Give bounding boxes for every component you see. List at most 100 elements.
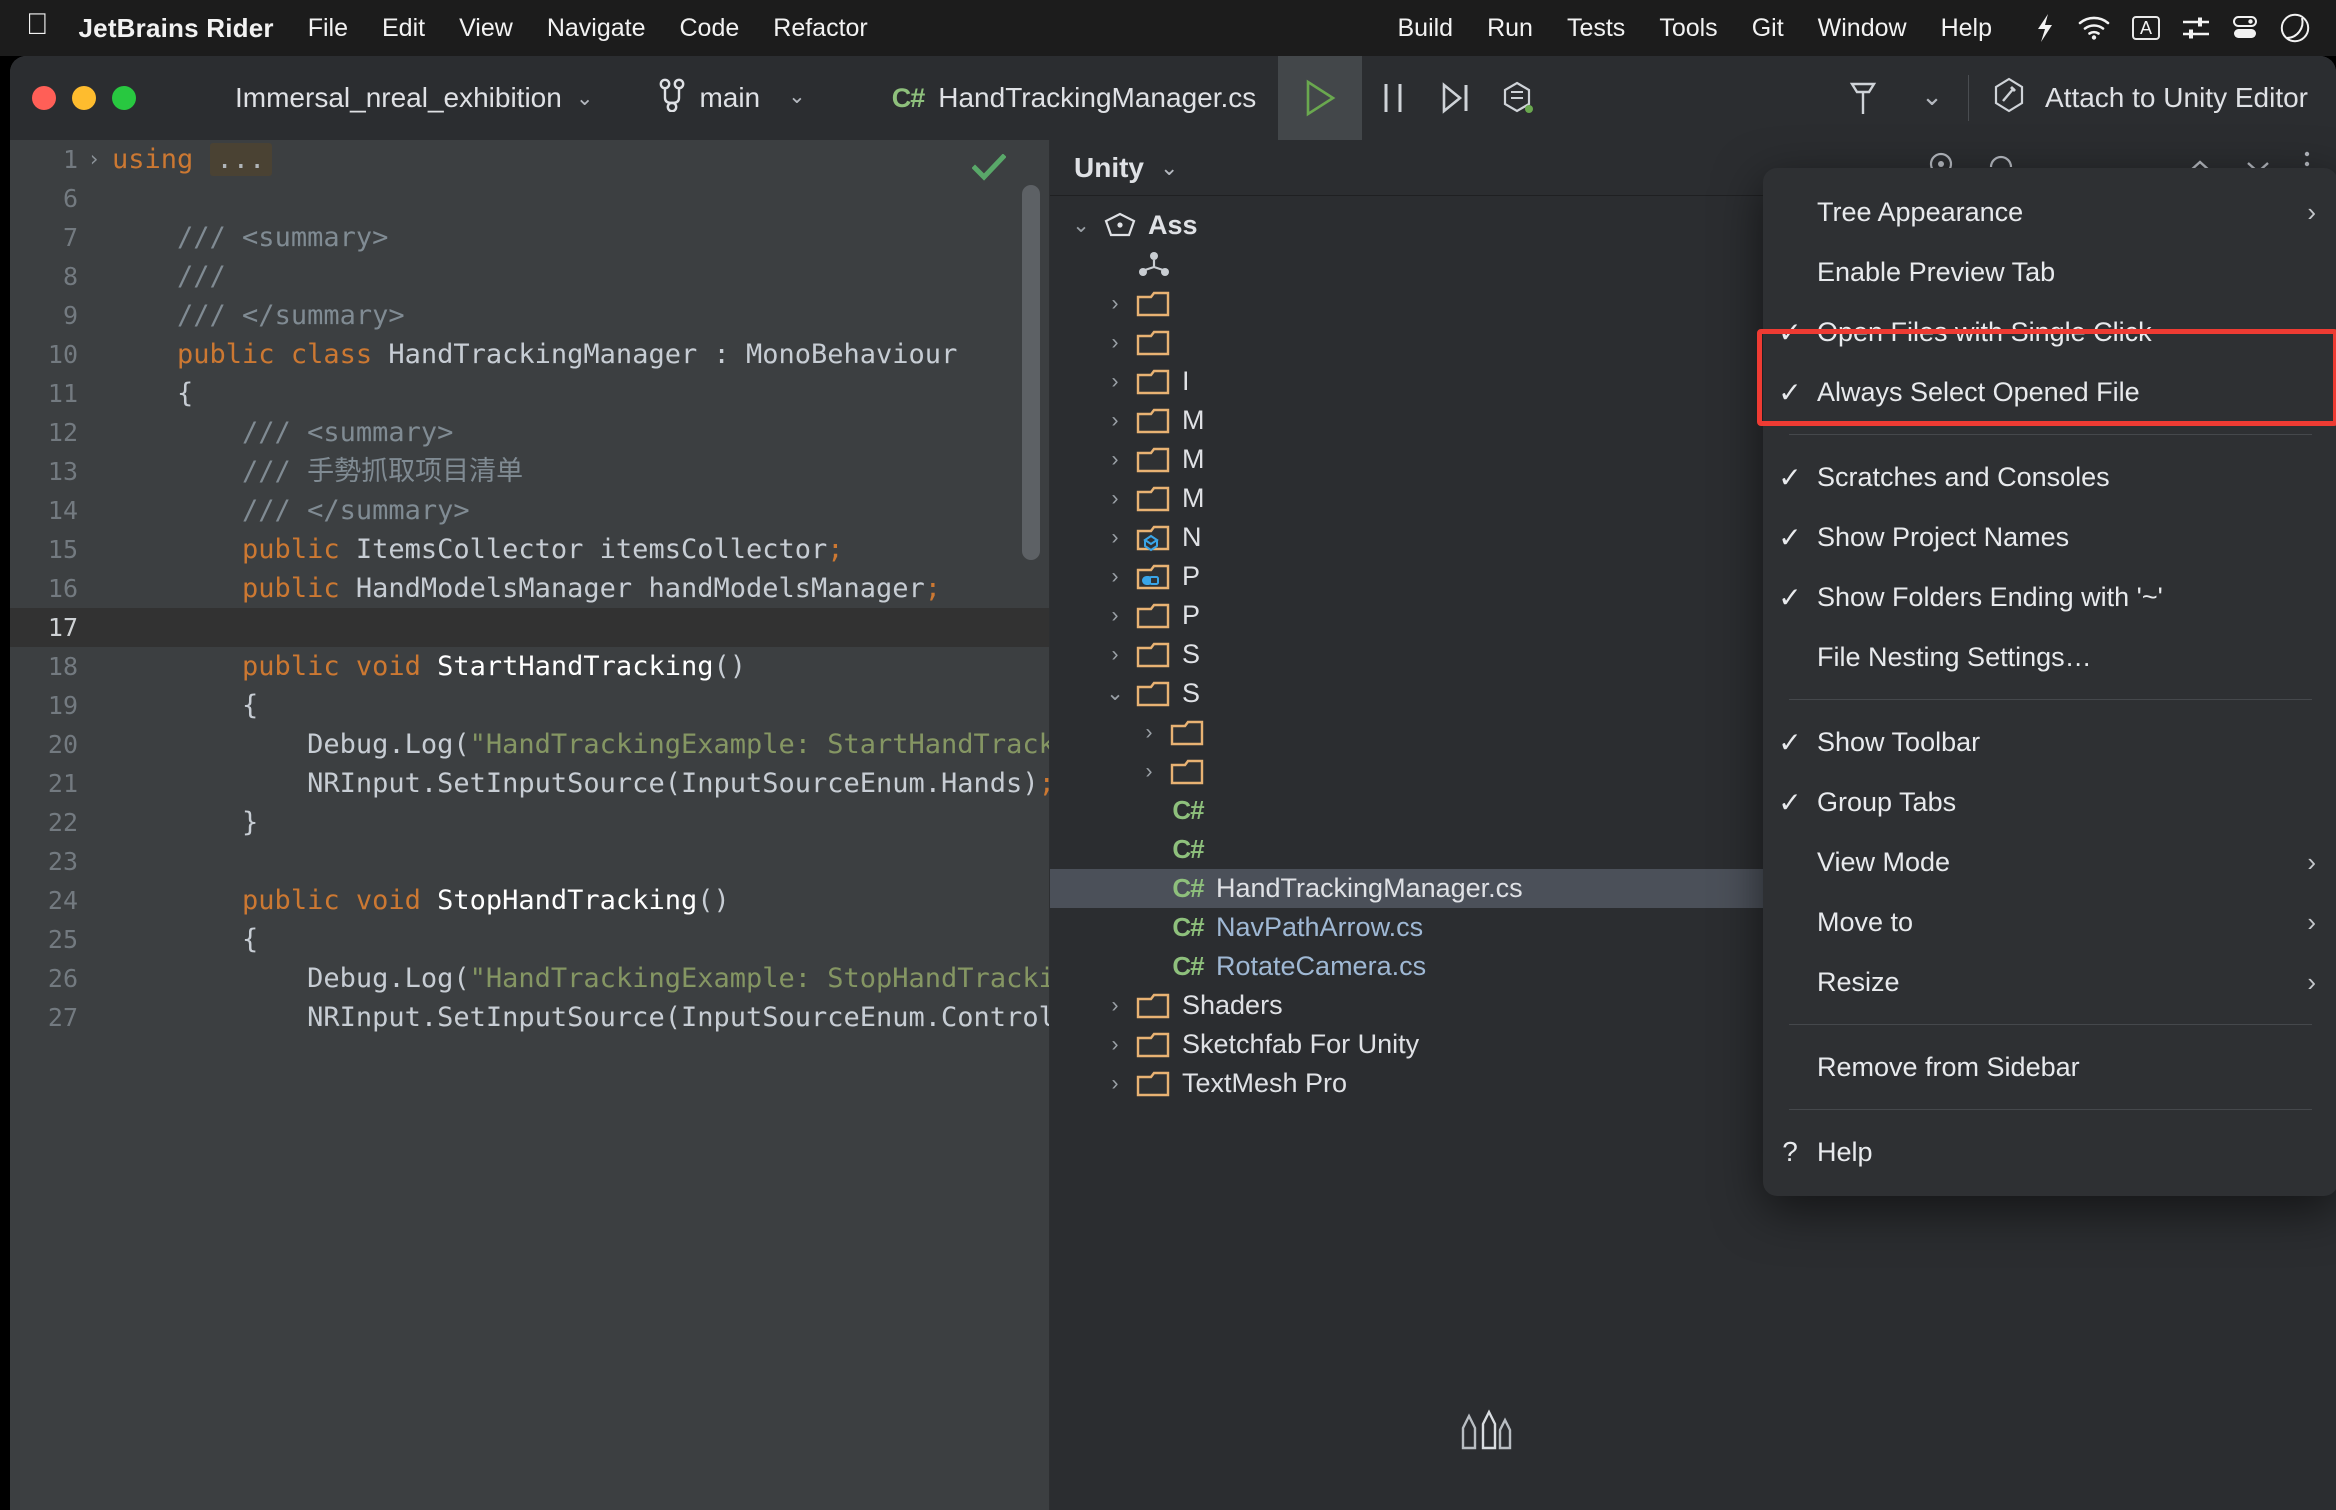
check-ok-icon[interactable] [971,153,1007,187]
chevron-right-icon[interactable]: › [1098,604,1132,628]
branch-selector[interactable]: main ⌄ [659,78,806,119]
menu-item[interactable]: ✓ Show Toolbar [1763,712,2336,772]
menubar-item-tools[interactable]: Tools [1659,14,1717,43]
menubar-item-edit[interactable]: Edit [382,14,425,43]
code-line[interactable]: 13 /// 手勢抓取项目清单 [10,452,1050,491]
sidebar-context-menu[interactable]: Tree Appearance › Enable Preview Tab ✓ Open … [1763,168,2336,1196]
pause-button[interactable] [1362,56,1424,140]
menu-item[interactable]: ✓ Always Select Opened File [1763,362,2336,422]
menubar-item-git[interactable]: Git [1752,14,1784,43]
menu-item[interactable]: Remove from Sidebar [1763,1037,2336,1097]
code-line[interactable]: 11 { [10,374,1050,413]
chevron-right-icon[interactable]: › [1098,565,1132,589]
menubar-item-help[interactable]: Help [1941,14,1992,43]
menubar-item-run[interactable]: Run [1487,14,1533,43]
chevron-right-icon[interactable]: › [1132,721,1166,745]
chevron-right-icon[interactable]: › [1098,643,1132,667]
menubar-item-code[interactable]: Code [680,14,740,43]
run-with-coverage-button[interactable] [1486,56,1548,140]
minimize-button[interactable] [72,86,96,110]
run-button[interactable] [1278,56,1363,140]
menu-item[interactable]: Resize › [1763,952,2336,1012]
chevron-right-icon[interactable]: › [1132,760,1166,784]
chevron-down-icon[interactable]: ⌄ [1064,213,1098,238]
chevron-down-icon[interactable]: ⌄ [1160,155,1178,181]
chevron-right-icon[interactable]: › [1098,1033,1132,1057]
code-line[interactable]: 8 /// [10,257,1050,296]
input-source-A-icon[interactable]: A [2131,15,2160,41]
code-line[interactable]: 26 Debug.Log("HandTrackingExample: StopH… [10,959,1050,998]
code-line[interactable]: 22 } [10,803,1050,842]
code-line[interactable]: 17 [10,608,1050,647]
siri-icon[interactable] [2280,13,2310,43]
chevron-down-icon[interactable]: ⌄ [1098,681,1132,706]
editor-scrollbar[interactable] [1022,185,1040,560]
code-line[interactable]: 24 public void StopHandTracking() [10,881,1050,920]
menu-item[interactable]: File Nesting Settings… [1763,627,2336,687]
chevron-right-icon[interactable]: › [1098,994,1132,1018]
code-line[interactable]: 15 public ItemsCollector itemsCollector; [10,530,1050,569]
code-line[interactable]: 20 Debug.Log("HandTrackingExample: Start… [10,725,1050,764]
code-line[interactable]: 7 /// <summary> [10,218,1050,257]
menu-item[interactable]: ✓ Open Files with Single Click [1763,302,2336,362]
code-line[interactable]: 6 [10,179,1050,218]
menu-item[interactable]: ✓ Group Tabs [1763,772,2336,832]
menubar-item-file[interactable]: File [308,14,348,43]
toggles-icon[interactable] [2232,15,2258,41]
menubar-item-build[interactable]: Build [1397,14,1453,43]
menubar-item-tests[interactable]: Tests [1567,14,1625,43]
code-line[interactable]: 27 NRInput.SetInputSource(InputSourceEnu… [10,998,1050,1037]
chevron-right-icon[interactable]: › [1098,487,1132,511]
chevron-right-icon[interactable]: › [1098,331,1132,355]
editor-code-lines[interactable]: 1 › using ... 6 7 /// <summary> 8 ///9 /// </… [10,140,1050,1510]
menubar-app-name[interactable]: JetBrains Rider [79,13,274,44]
battery-icon[interactable] [2032,13,2056,43]
menubar-item-refactor[interactable]: Refactor [773,14,867,43]
menu-item-label: Group Tabs [1817,786,1957,817]
code-editor[interactable]: 1 › using ... 6 7 /// <summary> 8 ///9 /// </… [10,140,1050,1510]
code-line[interactable]: 21 NRInput.SetInputSource(InputSourceEnu… [10,764,1050,803]
code-line[interactable]: 18 public void StartHandTracking() [10,647,1050,686]
code-line[interactable]: 19 { [10,686,1050,725]
control-center-icon[interactable] [2182,15,2210,41]
close-button[interactable] [32,86,56,110]
code-line[interactable]: 16 public HandModelsManager handModelsMa… [10,569,1050,608]
folded-region[interactable]: ... [209,143,273,176]
menu-item[interactable]: ✓ Scratches and Consoles [1763,447,2336,507]
code-line[interactable]: 23 [10,842,1050,881]
code-line[interactable]: 1 › using ... [10,140,1050,179]
chevron-right-icon[interactable]: › [1098,448,1132,472]
maximize-button[interactable] [112,86,136,110]
project-selector[interactable]: Immersal_nreal_exhibition ⌄ [235,82,593,114]
wifi-icon[interactable] [2078,16,2110,40]
chevron-right-icon[interactable]: › [1098,370,1132,394]
menubar-item-view[interactable]: View [459,14,513,43]
step-over-button[interactable] [1424,56,1486,140]
menubar-item-window[interactable]: Window [1818,14,1907,43]
chevron-right-icon[interactable]: › [1098,1072,1132,1096]
code-line[interactable]: 9 /// </summary> [10,296,1050,335]
menu-item[interactable]: Move to › [1763,892,2336,952]
menu-item[interactable]: Enable Preview Tab [1763,242,2336,302]
fold-marker[interactable]: › [82,140,106,179]
help-icon: ? [1782,1136,1798,1167]
chevron-right-icon[interactable]: › [1098,526,1132,550]
tool-window-title[interactable]: Unity [1074,152,1144,184]
code-line[interactable]: 14 /// </summary> [10,491,1050,530]
build-options-button[interactable]: ⌄ [1894,56,1956,140]
apple-logo-icon[interactable]:  [26,10,49,40]
menu-item[interactable]: Tree Appearance › [1763,182,2336,242]
code-line[interactable]: 25 { [10,920,1050,959]
chevron-right-icon[interactable]: › [1098,292,1132,316]
code-line[interactable]: 10 public class HandTrackingManager : Mo… [10,335,1050,374]
menu-item[interactable]: ✓ Show Project Names [1763,507,2336,567]
menubar-item-navigate[interactable]: Navigate [547,14,646,43]
menu-item[interactable]: ✓ Show Folders Ending with '~' [1763,567,2336,627]
menu-item[interactable]: View Mode › [1763,832,2336,892]
code-line[interactable]: 12 /// <summary> [10,413,1050,452]
chevron-right-icon[interactable]: › [1098,409,1132,433]
attach-to-unity-button[interactable]: Attach to Unity Editor [1991,76,2308,121]
menu-item[interactable]: ? Help [1763,1122,2336,1182]
active-file-tab[interactable]: C# HandTrackingManager.cs [892,82,1257,114]
build-button[interactable] [1832,56,1894,140]
